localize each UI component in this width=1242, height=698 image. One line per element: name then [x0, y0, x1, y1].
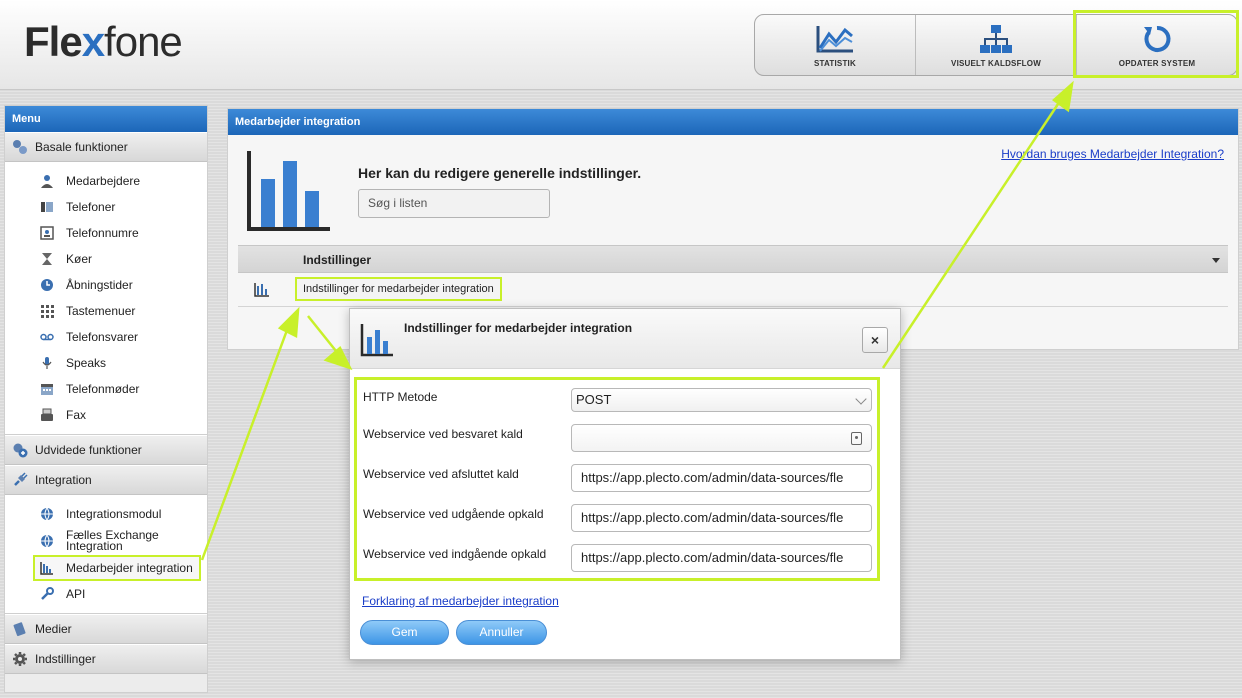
microphone-icon	[39, 355, 55, 371]
http-method-select[interactable]: POST	[571, 388, 872, 412]
chevron-down-icon	[855, 393, 867, 405]
cancel-button[interactable]: Annuller	[456, 620, 547, 645]
list-header-label: Indstillinger	[303, 253, 372, 267]
section-udvidede-funktioner[interactable]: Udvidede funktioner	[5, 435, 207, 465]
app-header: Flexfone STATISTIK VISUELT KALDSFLOW OPD…	[0, 0, 1242, 90]
settings-form: HTTP Metode POST Webservice ved besvaret…	[354, 377, 880, 581]
main-panel-title: Medarbejder integration	[228, 109, 1238, 135]
top-toolbar: STATISTIK VISUELT KALDSFLOW OPDATER SYST…	[754, 14, 1238, 76]
sidebar-item-fax[interactable]: Fax	[5, 402, 207, 428]
save-button[interactable]: Gem	[360, 620, 449, 645]
media-icon	[11, 620, 29, 638]
fax-icon	[39, 407, 55, 423]
sidebar-item-telefonsvarer[interactable]: Telefonsvarer	[5, 324, 207, 350]
indgaende-opkald-input[interactable]: https://app.plecto.com/admin/data-source…	[571, 544, 872, 572]
sidebar-item-abningstider[interactable]: Åbningstider	[5, 272, 207, 298]
search-input[interactable]: Søg i listen	[358, 189, 550, 218]
section-integration-body: Integrationsmodul Fælles Exchange Integra…	[5, 495, 207, 614]
flexfone-logo[interactable]: Flexfone	[24, 18, 183, 66]
user-icon	[39, 173, 55, 189]
clock-icon	[39, 277, 55, 293]
globe-icon	[39, 506, 55, 522]
calendar-icon	[39, 381, 55, 397]
chart-line-icon	[815, 23, 855, 55]
sidebar-title: Menu	[5, 106, 207, 132]
dialog-header: Indstillinger for medarbejder integratio…	[350, 309, 900, 369]
sidebar-item-integrationsmodul[interactable]: Integrationsmodul	[5, 501, 207, 527]
phone-icon	[39, 199, 55, 215]
visuelt-kaldsflow-button[interactable]: VISUELT KALDSFLOW	[916, 15, 1077, 75]
keypad-icon	[39, 303, 55, 319]
chevron-down-icon[interactable]	[1212, 258, 1220, 263]
plug-icon	[11, 471, 29, 489]
opdater-system-button[interactable]: OPDATER SYSTEM	[1077, 15, 1237, 75]
afsluttet-kald-input[interactable]: https://app.plecto.com/admin/data-source…	[571, 464, 872, 492]
bar-chart-icon	[39, 560, 55, 576]
close-button[interactable]: ×	[862, 327, 888, 353]
sidebar-item-api[interactable]: API	[5, 581, 207, 607]
gear-icon	[11, 650, 29, 668]
explanation-link[interactable]: Forklaring af medarbejder integration	[362, 594, 559, 608]
besvaret-kald-input[interactable]	[571, 424, 872, 452]
list-item[interactable]: Indstillinger for medarbejder integratio…	[238, 273, 1228, 307]
sidebar-item-koer[interactable]: Køer	[5, 246, 207, 272]
flow-icon	[976, 23, 1016, 55]
bar-chart-icon	[246, 149, 332, 236]
dialog-title: Indstillinger for medarbejder integratio…	[404, 321, 633, 335]
sidebar-item-faelles-exchange[interactable]: Fælles Exchange Integration	[5, 527, 207, 555]
list-header: Indstillinger	[238, 245, 1228, 273]
wrench-icon	[39, 586, 55, 602]
sidebar-item-telefonmoder[interactable]: Telefonmøder	[5, 376, 207, 402]
bar-chart-icon	[360, 323, 394, 360]
section-basale-body: Medarbejdere Telefoner Telefonnumre Køer…	[5, 162, 207, 435]
sidebar-item-telefonnumre[interactable]: Telefonnumre	[5, 220, 207, 246]
sidebar-item-tastemenuer[interactable]: Tastemenuer	[5, 298, 207, 324]
section-indstillinger[interactable]: Indstillinger	[5, 644, 207, 674]
refresh-icon	[1137, 23, 1177, 55]
voicemail-icon	[39, 329, 55, 345]
statistik-button[interactable]: STATISTIK	[755, 15, 916, 75]
sidebar-item-telefoner[interactable]: Telefoner	[5, 194, 207, 220]
section-medier[interactable]: Medier	[5, 614, 207, 644]
password-key-icon	[851, 432, 862, 445]
globe-icon	[39, 533, 55, 549]
gear-link-icon	[11, 138, 29, 156]
sidebar-item-speaks[interactable]: Speaks	[5, 350, 207, 376]
section-integration[interactable]: Integration	[5, 465, 207, 495]
settings-dialog: Indstillinger for medarbejder integratio…	[349, 308, 901, 660]
help-link[interactable]: Hvordan bruges Medarbejder Integration?	[1001, 147, 1224, 161]
hourglass-icon	[39, 251, 55, 267]
page-heading: Her kan du redigere generelle indstillin…	[358, 165, 642, 181]
bar-chart-icon	[254, 282, 270, 300]
sidebar-item-medarbejdere[interactable]: Medarbejdere	[5, 168, 207, 194]
sidebar: Menu Basale funktioner Medarbejdere Tele…	[4, 105, 208, 693]
list-item-label[interactable]: Indstillinger for medarbejder integratio…	[295, 277, 502, 301]
contact-card-icon	[39, 225, 55, 241]
udgaende-opkald-input[interactable]: https://app.plecto.com/admin/data-source…	[571, 504, 872, 532]
sidebar-item-medarbejder-integration[interactable]: Medarbejder integration	[33, 555, 201, 581]
section-basale-funktioner[interactable]: Basale funktioner	[5, 132, 207, 162]
gear-plus-icon	[11, 441, 29, 459]
